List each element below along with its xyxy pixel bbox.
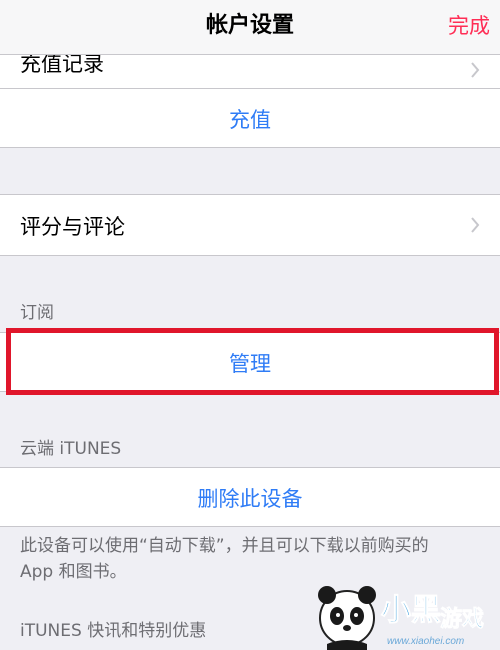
chevron-right-icon	[471, 62, 480, 78]
remove-device-button[interactable]: 删除此设备	[0, 483, 500, 513]
recharge-button[interactable]: 充值	[0, 104, 500, 134]
ratings-reviews-row[interactable]: 评分与评论	[0, 194, 500, 256]
done-button[interactable]: 完成	[448, 11, 490, 41]
watermark-brand-part2: 游戏	[440, 606, 484, 631]
ratings-reviews-label: 评分与评论	[20, 215, 125, 239]
recharge-row[interactable]: 充值	[0, 89, 500, 148]
watermark-url: www.xiaohei.com	[387, 636, 464, 647]
itunes-cloud-header: 云端 iTUNES	[20, 439, 122, 459]
manage-button[interactable]: 管理	[0, 348, 500, 378]
remove-device-row[interactable]: 删除此设备	[0, 467, 500, 527]
manage-row[interactable]: 管理	[0, 332, 500, 392]
watermark-brand-part1: 小黑	[381, 594, 441, 627]
newsletter-header: iTUNES 快讯和特别优惠	[20, 621, 207, 641]
xiaohei-watermark-logo: 小黑 游戏 www.xiaohei.com	[318, 586, 484, 650]
subscriptions-header: 订阅	[20, 303, 54, 323]
panda-icon	[318, 586, 376, 650]
page-title: 帐户设置	[205, 13, 294, 38]
remove-device-note-line1: 此设备可以使用“自动下载”，并且可以下载以前购买的	[20, 536, 429, 556]
navigation-bar: 帐户设置 完成	[0, 0, 500, 55]
chevron-right-icon	[471, 217, 480, 233]
